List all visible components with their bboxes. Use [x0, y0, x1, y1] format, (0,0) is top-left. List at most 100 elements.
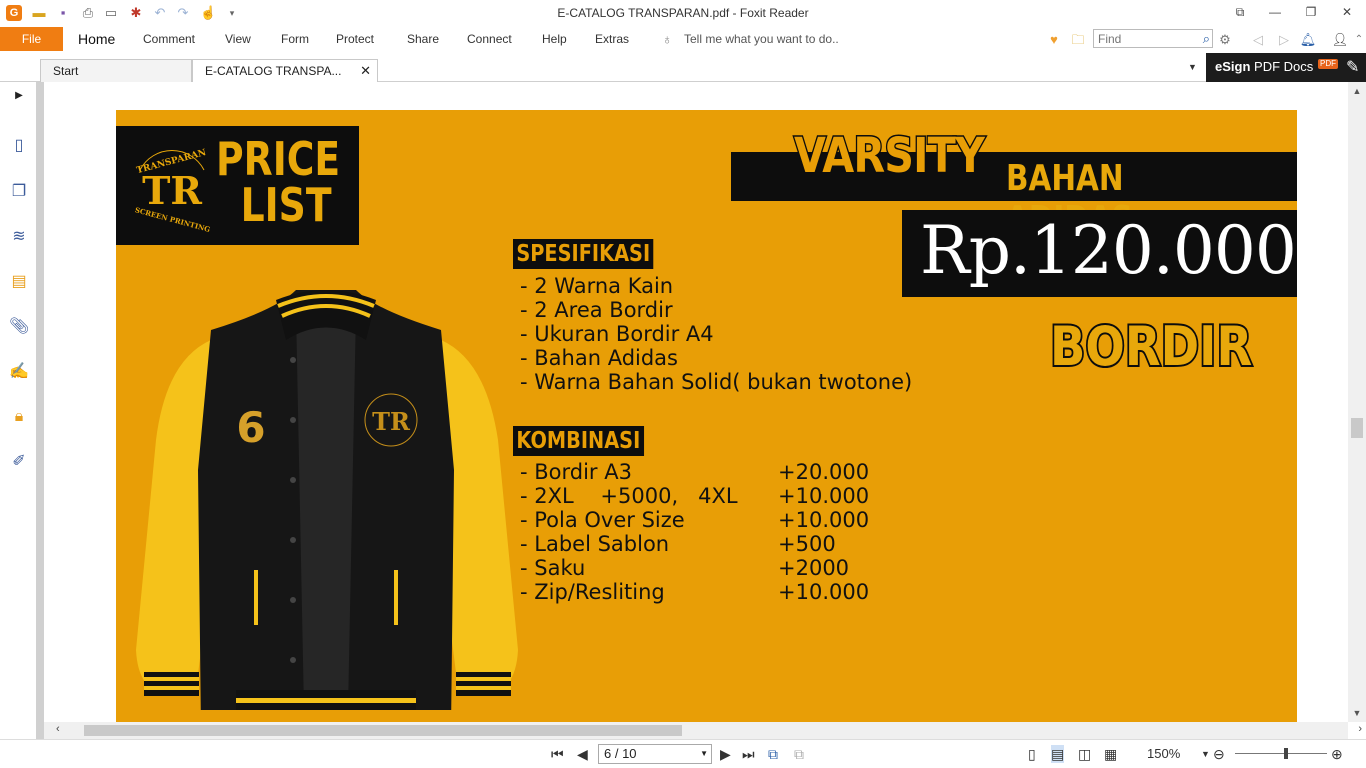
security-lock-icon[interactable]: 🔒︎	[9, 407, 29, 427]
feedback-heart-icon[interactable]: ♥	[1045, 31, 1063, 49]
kombinasi-row: - 2XL +5000, 4XL +10.000	[520, 484, 869, 508]
file-tab[interactable]: File	[0, 27, 63, 51]
zoom-slider-thumb[interactable]	[1284, 748, 1288, 759]
tell-me-input[interactable]: Tell me what you want to do..	[684, 32, 839, 46]
logo-mark: TR	[142, 168, 202, 213]
document-tab-bar: Start E-CATALOG TRANSPA... ✕ ▼	[0, 56, 1366, 83]
tab-list-dropdown-icon[interactable]: ▼	[1188, 62, 1197, 72]
spec-item: - Warna Bahan Solid( bukan twotone)	[520, 370, 913, 394]
spec-item: - Ukuran Bordir A4	[520, 322, 714, 346]
bookmarks-icon[interactable]: ▯	[9, 136, 29, 156]
kombinasi-row: - Saku +2000	[520, 556, 849, 580]
spec-list: - 2 Warna Kain - 2 Area Bordir - Ukuran …	[520, 274, 912, 394]
pdf-page: TRANSPARAN SCREEN PRINTING TR PRICE LIST…	[116, 110, 1297, 722]
collapse-ribbon-icon[interactable]: ⌃	[1350, 31, 1366, 49]
tab-home[interactable]: Home	[78, 31, 115, 47]
tab-ecatalog[interactable]: E-CATALOG TRANSPA... ✕	[192, 59, 378, 83]
kombinasi-label: - Saku	[520, 556, 586, 580]
spec-item: - Bahan Adidas	[520, 346, 678, 370]
scroll-left-icon[interactable]: ‹	[56, 723, 60, 735]
kombinasi-row: - Bordir A3 +20.000	[520, 460, 869, 484]
tab-connect[interactable]: Connect	[467, 32, 512, 46]
signatures-icon[interactable]: ✍	[9, 362, 29, 382]
restore-ribbon-icon[interactable]: ⧉	[1228, 3, 1252, 21]
zoom-out-icon[interactable]: ⊖	[1213, 745, 1225, 763]
zoom-in-icon[interactable]: ⊕	[1331, 745, 1343, 763]
navigation-pane: ▶ ▯ ❐ ≋ ▤ 📎︎ ✍ 🔒︎ ✐	[0, 82, 38, 739]
pen-icon: ✎	[1346, 59, 1360, 76]
vertical-scroll-thumb[interactable]	[1351, 418, 1363, 438]
spec-item: - 2 Warna Kain	[520, 274, 674, 298]
vertical-scrollbar[interactable]: ▲ ▼	[1348, 82, 1366, 722]
notification-bell-icon[interactable]: 🔔︎	[1299, 31, 1317, 49]
user-account-icon[interactable]: 👤︎	[1331, 31, 1349, 49]
tab-start[interactable]: Start	[40, 59, 192, 83]
page-number-field[interactable]: 6 / 10 ▼	[598, 744, 712, 764]
find-folder-icon[interactable]: 🗀	[1069, 31, 1087, 49]
tab-help[interactable]: Help	[542, 32, 567, 46]
facing-page-icon[interactable]: ◫	[1078, 745, 1091, 763]
continuous-page-icon[interactable]: ▤	[1051, 745, 1065, 763]
expand-pane-icon[interactable]: ▶	[9, 86, 29, 106]
zoom-level[interactable]: 150%	[1147, 746, 1180, 761]
last-page-icon[interactable]: ⏭	[742, 745, 755, 763]
kombinasi-value: +20.000	[778, 460, 870, 484]
price-list-block: TRANSPARAN SCREEN PRINTING TR PRICE LIST	[116, 126, 359, 245]
next-page-icon[interactable]: ▶	[720, 745, 731, 763]
esign-banner[interactable]: eSign PDF Docs PDF ✎	[1206, 53, 1366, 82]
kombinasi-heading: KOMBINASI	[513, 426, 644, 456]
jacket-emblem: TR	[372, 407, 411, 436]
close-button[interactable]: ✕	[1335, 3, 1359, 21]
search-settings-icon[interactable]: ⚙	[1216, 31, 1234, 49]
spec-item: - 2 Area Bordir	[520, 298, 673, 322]
tab-share[interactable]: Share	[407, 32, 439, 46]
kombinasi-label: - 2XL +5000, 4XL	[520, 484, 738, 508]
tab-protect[interactable]: Protect	[336, 32, 374, 46]
scroll-up-icon[interactable]: ▲	[1348, 84, 1366, 98]
find-box[interactable]: ⌕	[1093, 29, 1213, 48]
document-view: TRANSPARAN SCREEN PRINTING TR PRICE LIST…	[44, 82, 1348, 722]
scroll-right-icon[interactable]: ›	[1358, 723, 1362, 735]
tab-view[interactable]: View	[225, 32, 251, 46]
search-icon[interactable]: ⌕	[1203, 31, 1210, 47]
find-input[interactable]	[1094, 30, 1190, 47]
continuous-facing-icon[interactable]: ▦	[1104, 745, 1117, 763]
status-bar: ⏮ ◀ 6 / 10 ▼ ▶ ⏭ ⧉ ⧉ ▯ ▤ ◫ ▦ 150% ▼ ⊖ ⊕	[0, 739, 1366, 768]
first-page-icon[interactable]: ⏮	[551, 745, 564, 763]
price-list-title: PRICE LIST	[216, 136, 340, 228]
tab-extras[interactable]: Extras	[595, 32, 629, 46]
kombinasi-value: +500	[778, 532, 836, 556]
layers-icon[interactable]: ≋	[9, 227, 29, 247]
tab-comment[interactable]: Comment	[143, 32, 195, 46]
zoom-dropdown-icon[interactable]: ▼	[1201, 745, 1210, 763]
next-view-icon[interactable]: ⧉	[794, 745, 804, 763]
page-dropdown-icon[interactable]: ▼	[700, 745, 708, 763]
kombinasi-label: - Label Sablon	[520, 532, 670, 556]
close-tab-icon[interactable]: ✕	[360, 60, 371, 82]
minimize-button[interactable]: —	[1263, 3, 1287, 21]
brand-logo: TRANSPARAN SCREEN PRINTING TR	[134, 148, 211, 234]
kombinasi-value: +10.000	[778, 508, 870, 532]
spec-heading: SPESIFIKASI	[513, 239, 654, 269]
horizontal-scrollbar[interactable]: ‹ ›	[44, 722, 1362, 739]
tab-form[interactable]: Form	[281, 32, 309, 46]
horizontal-scroll-thumb[interactable]	[84, 725, 682, 736]
pages-icon[interactable]: ❐	[9, 182, 29, 202]
scroll-down-icon[interactable]: ▼	[1348, 706, 1366, 720]
maximize-button[interactable]: ❐	[1299, 3, 1323, 21]
find-next-icon[interactable]: ▷	[1275, 31, 1293, 49]
previous-page-icon[interactable]: ◀	[577, 745, 588, 763]
list-word: LIST	[240, 178, 332, 232]
previous-view-icon[interactable]: ⧉	[768, 745, 778, 763]
title-bar: G ▬ ▪ ⎙ ▭ ✱ ↶ ↷ ☝ ▾ E-CATALOG TRANSPARAN…	[0, 0, 1366, 27]
comments-icon[interactable]: ▤	[9, 272, 29, 292]
kombinasi-label: - Bordir A3	[520, 460, 632, 484]
kombinasi-value: +10.000	[778, 484, 870, 508]
zoom-slider-track[interactable]	[1235, 753, 1327, 754]
pane-splitter[interactable]	[36, 82, 44, 739]
single-page-icon[interactable]: ▯	[1028, 745, 1036, 763]
find-previous-icon[interactable]: ◁	[1249, 31, 1267, 49]
attachments-icon[interactable]: 📎︎	[9, 317, 29, 337]
certify-icon[interactable]: ✐	[9, 452, 29, 472]
jacket-number: 6	[236, 403, 265, 452]
